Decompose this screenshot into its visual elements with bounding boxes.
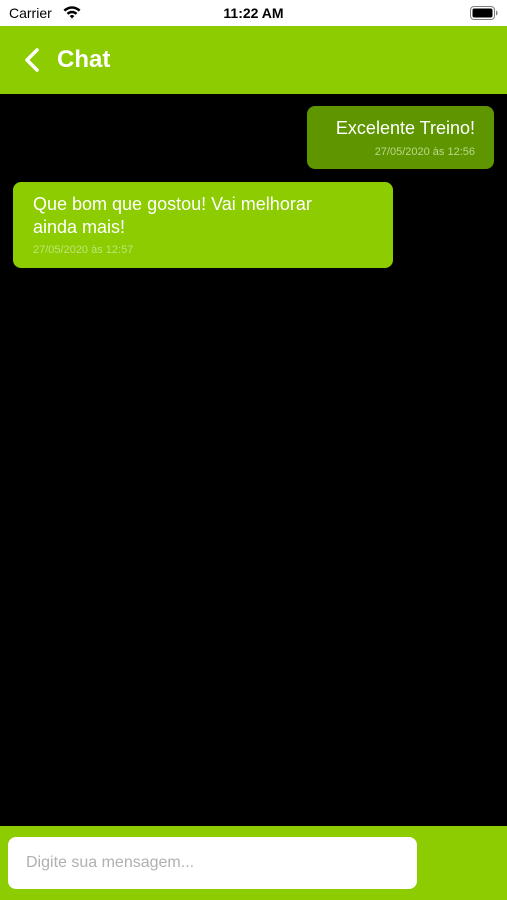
- composer-bar: [0, 826, 507, 900]
- message-timestamp: 27/05/2020 às 12:57: [33, 244, 134, 256]
- message-bubble-sent[interactable]: Excelente Treino! 27/05/2020 às 12:56: [307, 106, 494, 169]
- page-title: Chat: [57, 46, 111, 73]
- message-timestamp: 27/05/2020 às 12:56: [374, 146, 475, 158]
- nav-bar: Chat: [0, 26, 507, 94]
- back-chevron-icon[interactable]: [22, 47, 44, 73]
- message-list[interactable]: Excelente Treino! 27/05/2020 às 12:56 Qu…: [0, 94, 507, 826]
- status-bar: Carrier 11:22 AM: [0, 0, 507, 26]
- message-input[interactable]: [8, 837, 417, 889]
- message-bubble-received[interactable]: Que bom que gostou! Vai melhorar ainda m…: [13, 182, 393, 268]
- message-text: Excelente Treino!: [335, 118, 475, 138]
- message-text: Que bom que gostou! Vai melhorar ainda m…: [33, 194, 312, 237]
- battery-icon: [470, 6, 498, 20]
- status-time: 11:22 AM: [223, 5, 284, 21]
